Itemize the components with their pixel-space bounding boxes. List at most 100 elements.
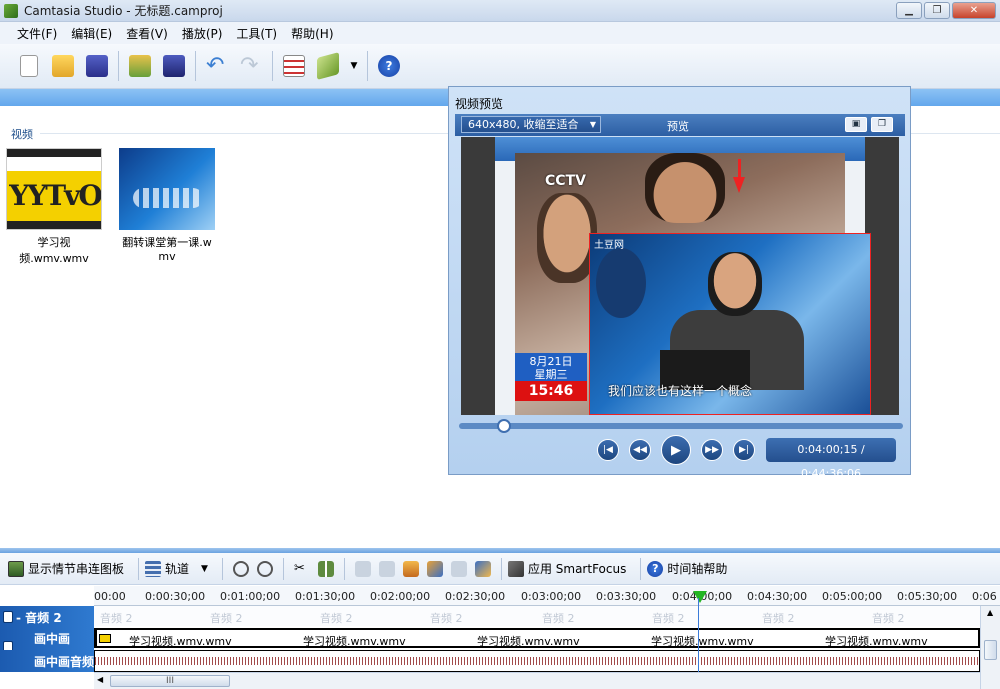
fast-forward-icon: ▶▶ bbox=[705, 445, 719, 455]
audio-enhance-icon[interactable] bbox=[378, 560, 395, 577]
menu-play[interactable]: 播放(P) bbox=[175, 25, 230, 42]
skip-start-icon: |◀ bbox=[603, 445, 613, 455]
menu-view[interactable]: 查看(V) bbox=[119, 25, 175, 42]
callouts-icon[interactable] bbox=[402, 560, 419, 577]
chevron-down-icon: ▼ bbox=[350, 61, 358, 71]
menu-tools[interactable]: 工具(T) bbox=[229, 25, 284, 42]
save-as-button[interactable] bbox=[159, 51, 189, 81]
channel-logo: CCTV bbox=[545, 173, 586, 189]
track-header-audio2[interactable]: - 音频 2 bbox=[0, 606, 94, 626]
rewind-button[interactable]: ◀◀ bbox=[629, 439, 651, 461]
seek-handle[interactable] bbox=[497, 419, 511, 433]
minimize-button[interactable]: ▁ bbox=[896, 2, 922, 19]
undo-button[interactable]: ↶ bbox=[202, 51, 232, 81]
captions-icon[interactable] bbox=[450, 560, 467, 577]
chevron-down-icon: ▼ bbox=[201, 563, 208, 574]
menu-file[interactable]: 文件(F) bbox=[10, 25, 64, 42]
vscroll-thumb[interactable] bbox=[984, 640, 997, 660]
menu-help[interactable]: 帮助(H) bbox=[284, 25, 340, 42]
track-pip[interactable]: 学习视频.wmv.wmv 学习视频.wmv.wmv 学习视频.wmv.wmv 学… bbox=[94, 628, 980, 648]
menu-edit[interactable]: 编辑(E) bbox=[64, 25, 119, 42]
produce-icon bbox=[317, 52, 339, 80]
timeline-toolbar: 显示情节串连图板 轨道 ▼ ✂ 应用 SmartFocus ? 时间轴帮助 bbox=[0, 553, 1000, 585]
import-media-button[interactable] bbox=[125, 51, 155, 81]
timeline-vertical-scrollbar[interactable]: ▲ bbox=[980, 606, 1000, 689]
ruler-tick: 0:02:30;00 bbox=[445, 590, 506, 603]
pip-clip[interactable]: 学习视频.wmv.wmv bbox=[129, 633, 232, 649]
produce-dropdown[interactable]: ▼ bbox=[347, 51, 361, 81]
clip-thumbnail: YYTvO bbox=[6, 148, 102, 230]
help-icon: ? bbox=[647, 560, 664, 577]
open-project-button[interactable] bbox=[48, 51, 78, 81]
timeline-help-button[interactable]: ? 时间轴帮助 bbox=[647, 560, 727, 577]
ruler-tick: 0:06 bbox=[972, 590, 997, 603]
fast-forward-button[interactable]: ▶▶ bbox=[701, 439, 723, 461]
detach-window-icon: ❐ bbox=[877, 119, 887, 129]
tracks-dropdown[interactable]: 轨道 ▼ bbox=[145, 560, 208, 577]
hscroll-thumb[interactable]: III bbox=[110, 675, 230, 687]
jump-start-button[interactable]: |◀ bbox=[597, 439, 619, 461]
preview-size-select[interactable]: 640x480, 收缩至适合 ▼ bbox=[461, 116, 601, 133]
play-icon: ▶ bbox=[671, 442, 681, 458]
track-audio2[interactable]: 音频 2 音频 2 音频 2 音频 2 音频 2 音频 2 音频 2 音频 2 bbox=[94, 606, 980, 626]
quiz-icon[interactable] bbox=[474, 560, 491, 577]
cut-icon[interactable]: ✂ bbox=[294, 561, 310, 577]
track-header-pip[interactable]: 画中画 bbox=[0, 626, 94, 650]
window-controls: ▁ ❐ ✕ bbox=[894, 2, 996, 19]
video-canvas[interactable]: CCTV 8月21日 星期三 15:46 土豆网 我们应该也有这样一个概念 bbox=[461, 137, 899, 415]
tracks-icon bbox=[145, 560, 162, 577]
smartfocus-icon bbox=[507, 560, 524, 577]
zoom-in-icon[interactable] bbox=[232, 560, 249, 577]
timeline-horizontal-scrollbar[interactable]: ◀ III bbox=[94, 672, 980, 689]
smartfocus-button[interactable]: 应用 SmartFocus bbox=[507, 560, 626, 577]
fit-screen-button[interactable]: ▣ bbox=[845, 117, 867, 132]
playhead-marker[interactable] bbox=[693, 591, 707, 603]
ruler-tick: 0:05:30;00 bbox=[897, 590, 958, 603]
ruler-tick: 0:01:30;00 bbox=[295, 590, 356, 603]
clip-item[interactable]: YYTvO 学习视频.wmv.wmv bbox=[4, 148, 104, 266]
clip-thumbnail bbox=[119, 148, 215, 230]
jump-end-button[interactable]: ▶| bbox=[733, 439, 755, 461]
seek-bar[interactable] bbox=[459, 423, 903, 429]
zoom-out-icon[interactable] bbox=[256, 560, 273, 577]
menu-bar: 文件(F) 编辑(E) 查看(V) 播放(P) 工具(T) 帮助(H) bbox=[0, 22, 1000, 44]
redo-button[interactable]: ↷ bbox=[236, 51, 266, 81]
help-button[interactable]: ? bbox=[374, 51, 404, 81]
track-header-pip-audio[interactable]: 画中画音频 bbox=[0, 650, 94, 672]
scroll-up-icon[interactable]: ▲ bbox=[987, 608, 993, 617]
restore-button[interactable]: ❐ bbox=[924, 2, 950, 19]
ruler-tick: 0:01:00;00 bbox=[220, 590, 281, 603]
clip-name: 翻转课堂第一课.wmv bbox=[122, 236, 212, 263]
pip-clip[interactable]: 学习视频.wmv.wmv bbox=[825, 633, 928, 649]
pip-clip[interactable]: 学习视频.wmv.wmv bbox=[303, 633, 406, 649]
transitions-icon[interactable] bbox=[426, 560, 443, 577]
storyboard-button[interactable]: 显示情节串连图板 bbox=[8, 560, 124, 577]
new-file-icon bbox=[20, 55, 38, 77]
task-list-button[interactable] bbox=[279, 51, 309, 81]
pip-clip[interactable]: 学习视频.wmv.wmv bbox=[477, 633, 580, 649]
camtasia-app-icon bbox=[4, 3, 18, 18]
lock-icon[interactable] bbox=[3, 611, 13, 623]
produce-button[interactable] bbox=[313, 51, 343, 81]
clip-item[interactable]: 翻转课堂第一课.wmv bbox=[118, 148, 216, 263]
help-icon: ? bbox=[378, 55, 400, 77]
track-pip-audio[interactable] bbox=[94, 650, 981, 672]
pip-clip[interactable]: 学习视频.wmv.wmv bbox=[651, 633, 754, 649]
undo-icon: ↶ bbox=[206, 53, 225, 78]
main-toolbar: ↶ ↷ ▼ ? bbox=[0, 44, 1000, 89]
detach-preview-button[interactable]: ❐ bbox=[871, 117, 893, 132]
zoom-n-pan-icon[interactable] bbox=[354, 560, 371, 577]
timeline-ruler[interactable]: 00:00 0:00:30;00 0:01:00;00 0:01:30;00 0… bbox=[94, 586, 1000, 606]
chevron-down-icon: ▼ bbox=[589, 120, 596, 129]
import-media-icon bbox=[129, 55, 151, 77]
split-icon[interactable] bbox=[317, 560, 334, 577]
close-button[interactable]: ✕ bbox=[952, 2, 996, 19]
playback-controls: |◀ ◀◀ ▶ ▶▶ ▶| bbox=[597, 435, 765, 465]
play-button[interactable]: ▶ bbox=[661, 435, 691, 465]
toolbar-separator bbox=[118, 51, 119, 81]
new-file-button[interactable] bbox=[14, 51, 44, 81]
save-button[interactable] bbox=[82, 51, 112, 81]
save-as-icon bbox=[163, 55, 185, 77]
scroll-left-icon[interactable]: ◀ bbox=[97, 675, 103, 684]
picture-in-picture-frame[interactable]: 土豆网 我们应该也有这样一个概念 bbox=[589, 233, 871, 415]
